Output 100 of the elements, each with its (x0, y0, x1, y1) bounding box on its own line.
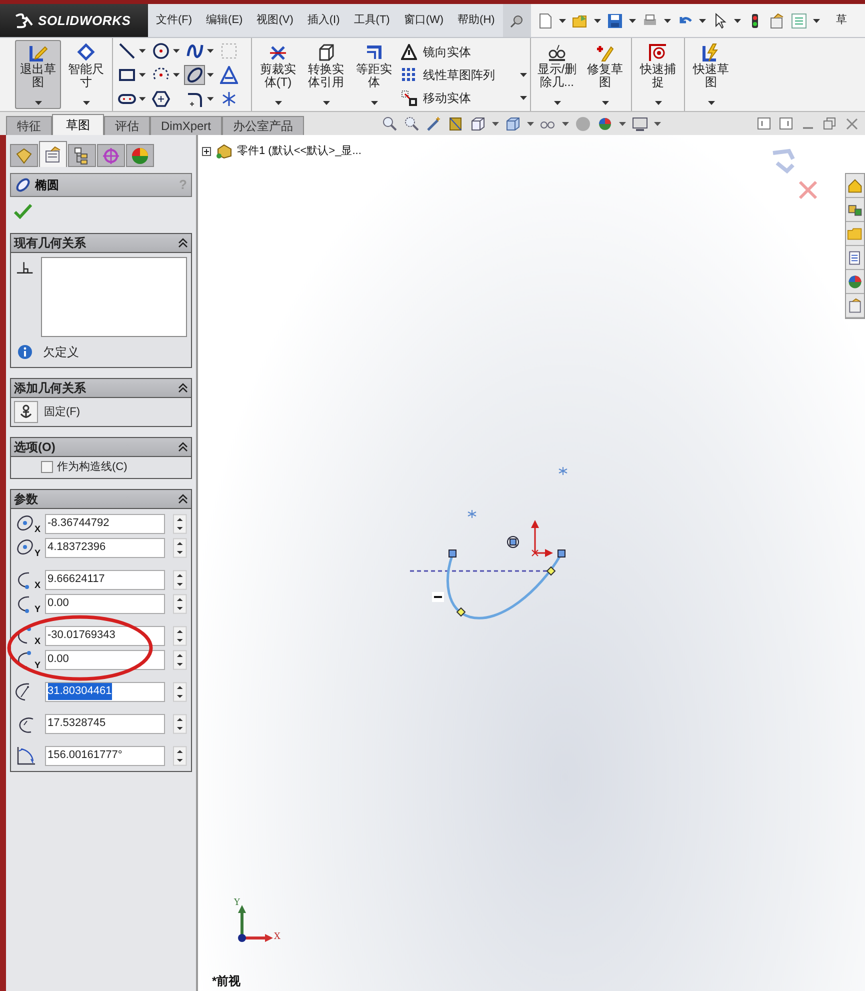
caret-icon[interactable] (520, 72, 527, 76)
section-header[interactable]: 选项(O) (11, 438, 191, 457)
ribbon-button[interactable]: 退出草图 (15, 40, 61, 109)
input-field[interactable]: -30.01769343 (44, 626, 166, 646)
section-header[interactable]: 添加几何关系 (11, 379, 191, 398)
sketch-tool-button[interactable] (218, 64, 240, 84)
section-view-icon[interactable] (448, 116, 464, 132)
input-field[interactable]: 9.66624117 (44, 570, 166, 590)
ribbon-button[interactable]: 快速捕捉 (635, 40, 681, 109)
caret-icon[interactable] (527, 122, 534, 126)
ribbon-list-button[interactable]: 移动实体 (401, 88, 471, 106)
input-field[interactable]: 17.5328745 (44, 714, 166, 734)
colored-sphere-icon[interactable] (597, 116, 614, 132)
relations-list[interactable] (40, 257, 187, 337)
input-field[interactable]: 31.80304461 (44, 682, 166, 702)
spinner-icon[interactable] (173, 746, 187, 766)
section-header[interactable]: 现有几何关系 (11, 234, 191, 253)
restore-icon[interactable] (823, 116, 837, 130)
section-header[interactable]: 参数 (11, 490, 191, 508)
cube-icon[interactable] (505, 116, 522, 132)
expand-icon[interactable] (202, 146, 211, 156)
zoom-icon[interactable] (404, 116, 420, 132)
caret-icon[interactable] (34, 101, 42, 105)
tile-left-icon[interactable] (757, 116, 771, 130)
double-chevron-icon[interactable] (178, 442, 188, 452)
view-cube-icon[interactable] (470, 116, 486, 132)
caret-icon[interactable] (558, 18, 566, 22)
caret-icon[interactable] (207, 48, 214, 52)
folder-icon[interactable] (572, 12, 588, 28)
input-field[interactable]: 0.00 (44, 650, 166, 670)
sketch-tool-button[interactable] (184, 64, 206, 84)
ribbon-list-button[interactable]: 线性草图阵列 (401, 66, 495, 84)
caret-icon[interactable] (173, 72, 180, 76)
menu-item[interactable]: 窗口(W) (404, 12, 444, 29)
ribbon-button[interactable]: 转换实体引用 (303, 40, 349, 109)
spinner-icon[interactable] (173, 682, 187, 702)
document-icon[interactable] (536, 12, 553, 28)
caret-icon[interactable] (562, 122, 570, 126)
caret-icon[interactable] (698, 18, 706, 22)
caret-icon[interactable] (139, 72, 146, 76)
command-tab[interactable]: DimXpert (150, 116, 222, 135)
command-tab[interactable]: 评估 (104, 116, 150, 135)
caret-icon[interactable] (139, 48, 146, 52)
sketch-tool-button[interactable] (150, 88, 172, 108)
caret-icon[interactable] (664, 18, 671, 22)
caret-icon[interactable] (654, 122, 662, 126)
spinner-icon[interactable] (173, 650, 187, 670)
caret-icon[interactable] (492, 122, 500, 126)
menu-item[interactable]: 工具(T) (354, 12, 390, 29)
caret-icon[interactable] (207, 72, 214, 76)
command-tab[interactable]: 特征 (6, 116, 52, 135)
spinner-icon[interactable] (173, 594, 187, 614)
menu-item[interactable]: 编辑(E) (206, 12, 243, 29)
menu-item[interactable]: 文件(F) (156, 12, 192, 29)
tree-item[interactable]: 零件1 (默认<<默认>_显... (237, 143, 362, 160)
input-field[interactable]: 156.00161777° (44, 746, 166, 766)
spinner-icon[interactable] (173, 714, 187, 734)
ribbon-button[interactable]: 剪裁实体(T) (255, 40, 301, 109)
floppy-icon[interactable] (606, 12, 623, 28)
caret-icon[interactable] (812, 18, 820, 22)
caret-icon[interactable] (82, 101, 90, 105)
caret-icon[interactable] (207, 96, 214, 100)
pushpin-icon[interactable] (510, 14, 524, 28)
menu-item[interactable]: 插入(I) (307, 12, 340, 29)
caret-icon[interactable] (173, 48, 180, 52)
caret-icon[interactable] (734, 18, 741, 22)
checkmark-icon[interactable] (14, 203, 32, 219)
caret-icon[interactable] (274, 101, 282, 105)
ribbon-button[interactable]: 快速草图 (688, 40, 734, 109)
ribbon-button[interactable]: 显示/删除几... (534, 40, 580, 109)
double-chevron-icon[interactable] (178, 238, 188, 248)
close-icon[interactable] (845, 116, 859, 130)
spinner-icon[interactable] (173, 626, 187, 646)
menu-item[interactable]: 草 (836, 12, 847, 29)
caret-icon[interactable] (654, 101, 662, 105)
ribbon-button[interactable]: 智能尺寸 (63, 40, 109, 109)
caret-icon[interactable] (628, 18, 636, 22)
list-icon[interactable] (790, 12, 807, 28)
tile-right-icon[interactable] (779, 116, 793, 130)
spinner-icon[interactable] (173, 570, 187, 590)
monitor-icon[interactable] (632, 116, 648, 132)
spinner-icon[interactable] (173, 538, 187, 558)
caret-icon[interactable] (594, 18, 601, 22)
command-tab[interactable]: 办公室产品 (222, 116, 304, 135)
ribbon-button[interactable]: 等距实体 (351, 40, 397, 109)
wand-icon[interactable] (426, 116, 442, 132)
panel-tab[interactable] (68, 144, 96, 167)
relation-button[interactable]: 固定(F) (14, 401, 188, 423)
panel-tab[interactable] (39, 141, 67, 167)
caret-icon[interactable] (139, 96, 146, 100)
input-field[interactable]: -8.36744792 (44, 514, 166, 534)
ribbon-button[interactable]: 修复草图 (582, 40, 628, 109)
caret-icon[interactable] (619, 122, 626, 126)
zoom-icon[interactable] (382, 116, 398, 132)
caret-icon[interactable] (322, 101, 330, 105)
construction-checkbox[interactable]: 作为构造线(C) (41, 459, 128, 476)
ribbon-list-button[interactable]: 镜向实体 (401, 42, 471, 60)
double-chevron-icon[interactable] (178, 383, 188, 393)
caret-icon[interactable] (370, 101, 378, 105)
caret-icon[interactable] (602, 101, 608, 105)
